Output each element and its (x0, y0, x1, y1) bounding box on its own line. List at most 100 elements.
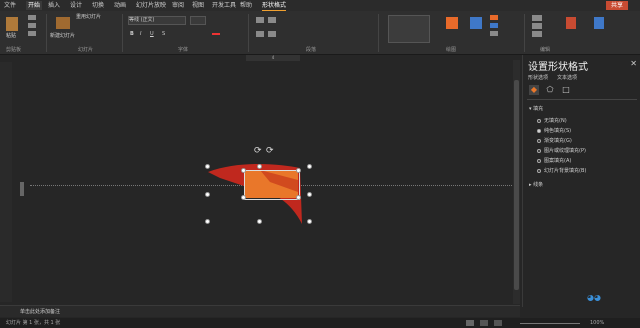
resize-handle[interactable] (257, 164, 262, 169)
rotate-handle-icon[interactable]: ⟳ (266, 146, 274, 156)
zoom-level[interactable]: 100% (590, 318, 604, 328)
radio-icon[interactable] (537, 118, 541, 123)
scrollbar-thumb[interactable] (514, 80, 519, 290)
group-slides: 幻灯片 (78, 47, 94, 53)
strike-button[interactable]: S (162, 31, 165, 38)
normal-view-icon[interactable] (466, 320, 474, 326)
radio-icon[interactable] (537, 168, 541, 173)
tab-file[interactable]: 文件 (4, 1, 16, 10)
replace-icon[interactable] (532, 23, 542, 29)
radio-icon[interactable] (537, 138, 541, 143)
zoom-slider[interactable] (520, 323, 580, 324)
fill-section-label: 填充 (533, 106, 544, 112)
paste-label[interactable]: 粘贴 (6, 33, 16, 40)
numbering-icon[interactable] (268, 17, 276, 23)
tab-slideshow[interactable]: 幻灯片放映 (136, 1, 166, 10)
vertical-ruler (0, 62, 12, 302)
format-painter-icon[interactable] (28, 31, 36, 36)
fill-option-pattern[interactable]: 图案填充(A) (537, 157, 571, 164)
tab-shape-options[interactable]: 形状选项 (528, 74, 548, 81)
resize-handle[interactable] (241, 168, 246, 173)
effects-icon[interactable]: ⬠ (545, 85, 555, 95)
tab-developer[interactable]: 开发工具 (212, 1, 236, 10)
align-center-icon[interactable] (268, 31, 276, 37)
new-slide-icon[interactable] (56, 17, 70, 29)
dictate-icon[interactable] (566, 17, 576, 29)
new-slide-label[interactable]: 新建幻灯片 (50, 33, 75, 40)
tab-insert[interactable]: 插入 (48, 1, 60, 10)
group-drawing: 绘图 (446, 47, 457, 53)
font-name-select[interactable]: 等线 (正文) (128, 16, 186, 25)
resize-handle[interactable] (205, 219, 210, 224)
resize-handle[interactable] (307, 164, 312, 169)
tab-animations[interactable]: 动画 (114, 1, 126, 10)
resize-handle[interactable] (296, 195, 301, 200)
underline-button[interactable]: U (150, 31, 154, 38)
separator (46, 14, 47, 52)
bold-button[interactable]: B (130, 31, 134, 38)
resize-handle[interactable] (307, 219, 312, 224)
find-icon[interactable] (532, 15, 542, 21)
reading-view-icon[interactable] (494, 320, 502, 326)
slide-count: 幻灯片 第 1 张，共 1 张 (6, 320, 61, 326)
fill-option-solid[interactable]: 纯色填充(S) (537, 127, 571, 134)
horizontal-ruler-marker: 4 (246, 55, 300, 61)
shapes-gallery-icon[interactable] (388, 15, 430, 43)
sorter-view-icon[interactable] (480, 320, 488, 326)
resize-handle[interactable] (257, 219, 262, 224)
fill-option-label: 图片或纹理填充(P) (544, 148, 586, 154)
notes-pane[interactable]: 单击此处添加备注 (0, 305, 520, 317)
paste-icon[interactable] (6, 17, 18, 31)
resize-handle[interactable] (205, 164, 210, 169)
fill-option-picture[interactable]: 图片或纹理填充(P) (537, 147, 586, 154)
size-properties-icon[interactable]: □ (561, 85, 571, 95)
copy-icon[interactable] (28, 23, 36, 28)
share-button[interactable]: 共享 (606, 1, 628, 10)
radio-icon[interactable] (537, 148, 541, 153)
tab-home[interactable]: 开始 (26, 1, 43, 10)
line-section-label: 线条 (533, 182, 544, 188)
cut-icon[interactable] (28, 15, 36, 20)
tab-design[interactable]: 设计 (70, 1, 82, 10)
line-section-header[interactable]: ▸ 线条 (529, 181, 543, 188)
resize-handle[interactable] (296, 168, 301, 173)
align-left-icon[interactable] (256, 31, 264, 37)
close-icon[interactable]: ✕ (630, 59, 637, 68)
resize-handle[interactable] (307, 192, 312, 197)
font-size-select[interactable] (190, 16, 206, 25)
reuse-slides-label[interactable]: 重用幻灯片 (76, 14, 101, 21)
font-color-icon[interactable] (212, 33, 220, 35)
tab-view[interactable]: 视图 (192, 1, 204, 10)
tab-review[interactable]: 审阅 (172, 1, 184, 10)
bullets-icon[interactable] (256, 17, 264, 23)
fill-section-header[interactable]: ▾ 填充 (529, 105, 543, 112)
fill-option-none[interactable]: 无填充(N) (537, 117, 567, 124)
tab-transitions[interactable]: 切换 (92, 1, 104, 10)
arrange-icon[interactable] (446, 17, 458, 29)
tab-shape-format[interactable]: 形状格式 (262, 1, 287, 11)
tab-text-options[interactable]: 文本选项 (557, 74, 577, 81)
resize-handle[interactable] (205, 192, 210, 197)
format-shape-pane: 设置形状格式 ✕ 形状选项 文本选项 ◆ ⬠ □ ▾ 填充 无填充(N) 纯色填… (522, 55, 640, 307)
notes-placeholder: 单击此处添加备注 (20, 309, 61, 315)
designer-icon[interactable] (594, 17, 604, 29)
radio-icon[interactable] (537, 158, 541, 163)
group-editing: 编辑 (540, 47, 551, 53)
fill-option-label: 图案填充(A) (544, 158, 572, 164)
fill-option-gradient[interactable]: 渐变填充(G) (537, 137, 572, 144)
separator (378, 14, 379, 52)
group-clipboard: 剪贴板 (6, 47, 22, 53)
fill-line-icon[interactable]: ◆ (529, 85, 539, 95)
tab-help[interactable]: 帮助 (240, 1, 252, 10)
radio-icon[interactable] (537, 128, 541, 133)
resize-handle[interactable] (241, 195, 246, 200)
group-paragraph: 段落 (306, 47, 317, 53)
select-icon[interactable] (532, 31, 542, 37)
shape-outline-icon[interactable] (490, 23, 498, 28)
fill-option-background[interactable]: 幻灯片背景填充(B) (537, 167, 586, 174)
italic-button[interactable]: I (140, 31, 141, 38)
shape-effects-icon[interactable] (490, 31, 498, 36)
rotate-handle-icon[interactable]: ⟳ (254, 146, 262, 156)
shape-fill-icon[interactable] (490, 15, 498, 20)
quick-styles-icon[interactable] (470, 17, 482, 29)
